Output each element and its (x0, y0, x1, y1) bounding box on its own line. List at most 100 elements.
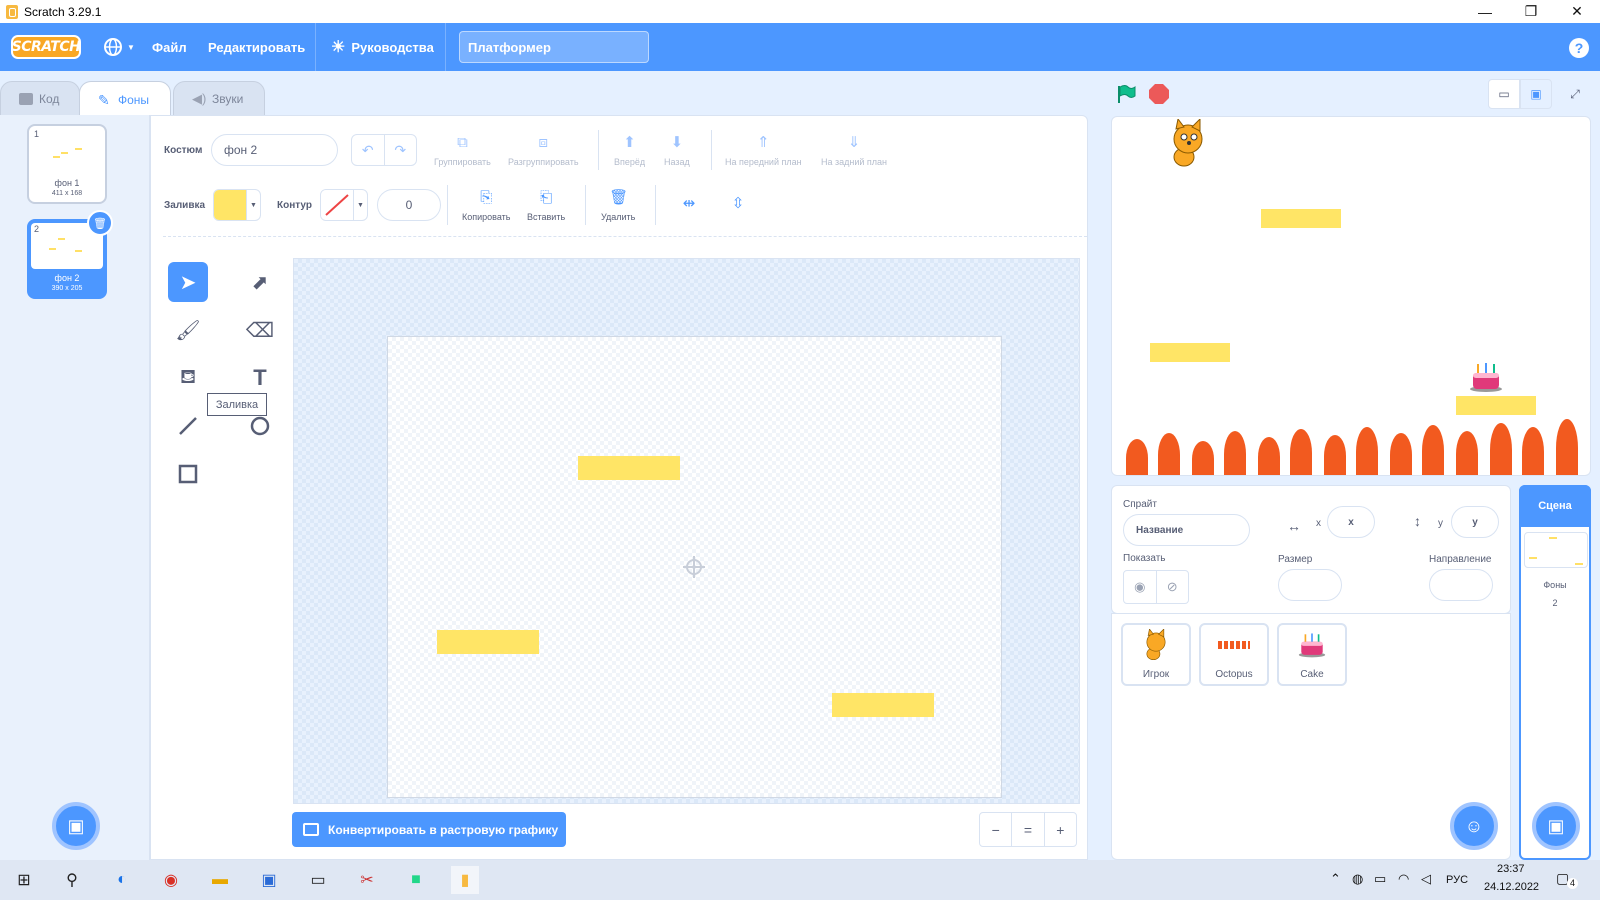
stage-platform (1150, 343, 1230, 362)
sprite-tile-octopus[interactable]: Octopus (1199, 623, 1269, 686)
wifi-icon[interactable]: ◠ (1398, 871, 1409, 887)
undo-icon[interactable]: ↶ (352, 135, 385, 165)
outline-width-input[interactable]: 0 (377, 189, 441, 221)
stage[interactable] (1111, 116, 1591, 476)
fill-tool[interactable]: ⛾ (168, 358, 208, 398)
clock-date[interactable]: 24.12.2022 (1484, 881, 1539, 893)
text-tool[interactable]: T (240, 358, 280, 398)
language-menu[interactable]: ▼ (102, 23, 135, 71)
paste-button[interactable]: ⎗ Вставить (527, 190, 565, 223)
edit-menu[interactable]: Редактировать (208, 23, 305, 71)
store-icon[interactable]: ▣ (255, 866, 283, 894)
platform-shape[interactable] (437, 630, 539, 654)
forward-button[interactable]: ⬆ Вперёд (614, 135, 645, 168)
brush-tool[interactable]: 🖌 (168, 310, 208, 350)
stop-icon[interactable] (1149, 84, 1169, 104)
maximize-button[interactable]: ❐ (1508, 0, 1554, 23)
tab-code[interactable]: Код (0, 81, 80, 117)
minimize-button[interactable]: — (1462, 0, 1508, 23)
close-button[interactable]: ✕ (1554, 0, 1600, 23)
terminal-icon[interactable]: ▭ (304, 866, 332, 894)
tab-backdrops[interactable]: ✎ Фоны (79, 81, 171, 118)
windows-start-icon[interactable]: ⊞ (10, 866, 38, 894)
eraser-tool[interactable]: ⌫ (240, 310, 280, 350)
redo-icon[interactable]: ↷ (385, 135, 417, 165)
input-language[interactable]: РУС (1446, 874, 1468, 886)
size-input[interactable] (1278, 569, 1342, 601)
flip-horizontal-button[interactable]: ⇹ (680, 196, 698, 218)
group-icon: ⧉ (457, 134, 468, 151)
choose-backdrop-button[interactable]: ▣ (52, 802, 100, 850)
platform-shape[interactable] (578, 456, 680, 480)
green-flag-icon[interactable] (1116, 84, 1136, 104)
chrome-icon[interactable]: ◉ (157, 866, 185, 894)
choose-sprite-button[interactable]: ☺ (1450, 802, 1498, 850)
delete-button[interactable]: 🗑 Удалить (601, 190, 635, 223)
zoom-in-icon[interactable]: + (1045, 813, 1076, 846)
reshape-tool[interactable]: ⬈ (240, 262, 280, 302)
scratch-logo[interactable]: SCRATCH (11, 35, 81, 59)
menu-bar: SCRATCH ▼ Файл Редактировать ☀ Руководст… (0, 23, 1600, 71)
scratch-app-icon (6, 4, 18, 19)
paint-app-icon[interactable]: ✂ (353, 866, 381, 894)
help-icon[interactable]: ? (1569, 38, 1589, 58)
backward-button[interactable]: ⬇ Назад (664, 135, 690, 168)
tutorials-menu[interactable]: ☀ Руководства (331, 23, 434, 71)
back-button[interactable]: ⇓ На задний план (821, 135, 887, 168)
choose-backdrop-stage-button[interactable]: ▣ (1532, 802, 1580, 850)
zoom-out-icon[interactable]: − (980, 813, 1013, 846)
volume-icon[interactable]: ◁ (1421, 871, 1431, 887)
sprite-tile-player[interactable]: Игрок (1121, 623, 1191, 686)
backdrop-list-scrollbar[interactable] (136, 119, 144, 859)
group-button[interactable]: ⧉ Группировать (434, 134, 491, 168)
flip-vertical-button[interactable]: ⇳ (729, 196, 747, 218)
backdrop-name: фон 1 (54, 178, 80, 188)
delete-backdrop-icon[interactable]: 🗑 (87, 210, 113, 236)
line-tool[interactable] (168, 406, 208, 446)
cake-sprite[interactable] (1469, 361, 1503, 393)
pycharm-icon[interactable]: ■ (402, 866, 430, 894)
small-stage-button[interactable]: ▭ (1488, 79, 1520, 109)
sprite-name: Cake (1300, 669, 1324, 680)
camera-icon[interactable]: ◍ (1352, 871, 1363, 887)
file-explorer-icon[interactable]: ▬ (206, 866, 234, 894)
sprite-tile-cake[interactable]: Cake (1277, 623, 1347, 686)
normal-stage-button[interactable]: ▣ (1520, 79, 1552, 109)
y-input[interactable]: y (1451, 506, 1499, 538)
image-icon (303, 823, 319, 836)
cat-sprite[interactable] (1162, 119, 1214, 171)
zoom-reset-icon[interactable]: = (1012, 813, 1045, 846)
notifications-icon[interactable]: ▢ 4 (1556, 870, 1578, 890)
copy-button[interactable]: ⎘ Копировать (462, 190, 510, 223)
fullscreen-button[interactable]: ⤢ (1560, 79, 1590, 109)
fill-color-picker[interactable]: ▼ (213, 189, 261, 221)
direction-input[interactable] (1429, 569, 1493, 601)
small-stage-icon: ▭ (1498, 87, 1510, 101)
convert-to-bitmap-button[interactable]: Конвертировать в растровую графику (292, 812, 566, 847)
battery-icon[interactable]: ▭ (1374, 871, 1386, 887)
tray-chevron-icon[interactable]: ⌃ (1330, 871, 1341, 887)
eye-icon[interactable]: ◉ (1124, 571, 1157, 603)
sprite-name-input[interactable]: Название (1123, 514, 1250, 546)
x-input[interactable]: x (1327, 506, 1375, 538)
file-menu[interactable]: Файл (152, 23, 187, 71)
platform-shape[interactable] (832, 693, 934, 717)
scratch-taskbar-icon[interactable]: ▮ (451, 866, 479, 894)
project-title-input[interactable]: Платформер (459, 31, 649, 63)
select-tool[interactable]: ➤ (168, 262, 208, 302)
clock-time[interactable]: 23:37 (1497, 863, 1525, 875)
tab-sounds[interactable]: ◀) Звуки (173, 81, 265, 117)
outline-color-picker[interactable]: ▼ (320, 189, 368, 221)
search-icon[interactable]: ⚲ (58, 866, 86, 894)
ungroup-button[interactable]: ⧈ Разгруппировать (508, 135, 579, 168)
eye-slash-icon[interactable]: ⊘ (1157, 571, 1189, 603)
rectangle-tool[interactable] (168, 454, 208, 494)
edge-icon[interactable]: ◐ (108, 866, 136, 894)
flip-vertical-icon: ⇳ (731, 195, 745, 212)
octopus-flames-sprite[interactable] (1112, 397, 1590, 475)
costume-name-input[interactable]: фон 2 (211, 134, 338, 166)
zoom-controls: − = + (979, 812, 1077, 847)
show-label: Показать (1123, 553, 1166, 564)
backdrop-tile-1[interactable]: 1 фон 1 411 x 168 (27, 124, 107, 204)
front-button[interactable]: ⇑ На передний план (725, 135, 802, 168)
